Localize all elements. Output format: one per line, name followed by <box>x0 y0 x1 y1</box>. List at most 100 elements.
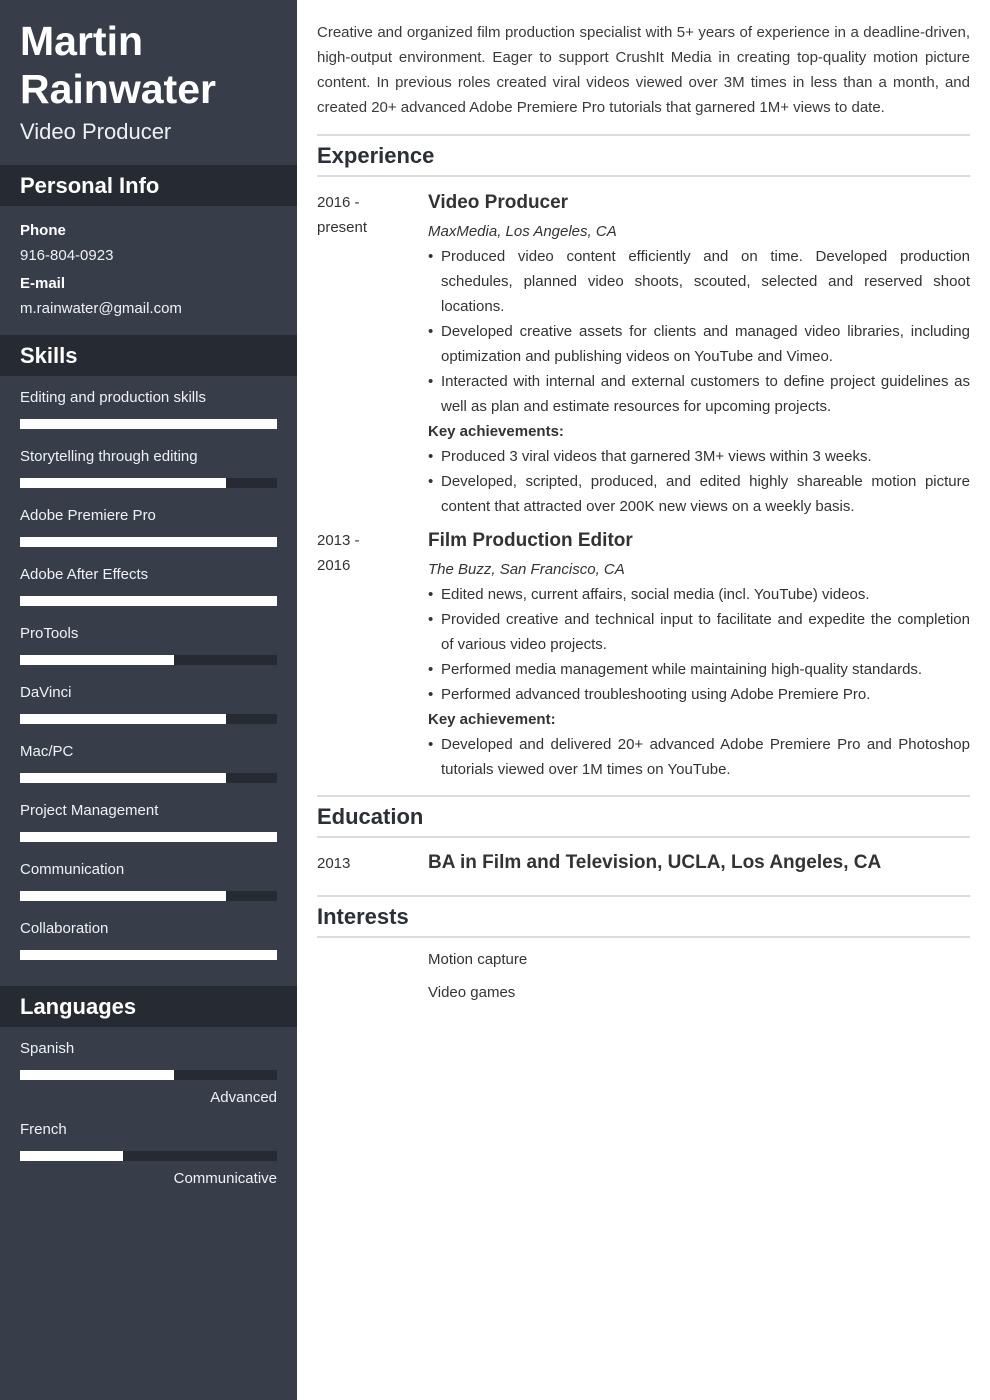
experience-list: 2016 - present Video Producer MaxMedia, Los… <box>317 190 970 782</box>
skill-level-fill <box>20 773 226 783</box>
language-level-bar <box>20 1151 277 1161</box>
job-details: Film Production Editor The Buzz, San Fran… <box>428 528 970 782</box>
skill-item: Editing and production skills <box>20 388 277 447</box>
skill-item: Adobe Premiere Pro <box>20 506 277 565</box>
candidate-name: Martin Rainwater <box>0 0 297 113</box>
skill-name: Communication <box>20 861 125 878</box>
skill-level-bar <box>20 655 277 665</box>
responsibility-item: Provided creative and technical input to… <box>428 607 970 657</box>
skill-level-fill <box>20 891 226 901</box>
skill-level-bar <box>20 478 277 488</box>
job-entry: 2013 - 2016 Film Production Editor The Buzz… <box>317 528 970 782</box>
skill-name: Editing and production skills <box>20 389 206 406</box>
language-level-fill <box>20 1070 175 1080</box>
skill-level-fill <box>20 714 226 724</box>
job-company: MaxMedia, Los Angeles, CA <box>428 223 617 240</box>
job-title: Video Producer <box>428 192 569 213</box>
job-company: The Buzz, San Francisco, CA <box>428 561 625 578</box>
phone-label: Phone <box>20 222 66 239</box>
languages-list: Spanish Advanced French Communicative <box>0 1027 297 1201</box>
language-name: French <box>20 1121 67 1138</box>
responsibility-item: Performed advanced troubleshooting using… <box>428 682 970 707</box>
job-date-end: present <box>317 219 368 236</box>
job-responsibilities: Produced video content efficiently and o… <box>428 244 970 419</box>
skill-name: Adobe After Effects <box>20 566 149 583</box>
education-entry: 2013 BA in Film and Television, UCLA, Los… <box>317 850 970 876</box>
interests-list: Motion capture Video games <box>317 950 970 1003</box>
achievements-label: Key achievement: <box>428 711 556 728</box>
achievements-label: Key achievements: <box>428 423 564 440</box>
experience-heading: Experience <box>317 143 435 168</box>
skill-name: Project Management <box>20 802 159 819</box>
interest-item: Video games <box>428 984 516 1001</box>
responsibility-item: Interacted with internal and external cu… <box>428 369 970 419</box>
skills-heading: Skills <box>0 335 297 376</box>
language-name: Spanish <box>20 1040 75 1057</box>
skill-name: Collaboration <box>20 920 109 937</box>
job-dates: 2013 - 2016 <box>317 528 428 782</box>
skill-level-fill <box>20 478 226 488</box>
responsibility-item: Performed media management while maintai… <box>428 657 970 682</box>
job-title: Film Production Editor <box>428 530 633 551</box>
divider <box>317 175 970 177</box>
responsibility-item: Edited news, current affairs, social med… <box>428 582 970 607</box>
job-date-end: 2016 <box>317 557 351 574</box>
achievement-item: Developed and delivered 20+ advanced Ado… <box>428 732 970 782</box>
language-level-label: Advanced <box>210 1089 277 1106</box>
main-content: Creative and organized film production s… <box>317 0 970 1016</box>
divider <box>317 836 970 838</box>
education-list: 2013 BA in Film and Television, UCLA, Los… <box>317 850 970 876</box>
skill-name: ProTools <box>20 625 79 642</box>
skill-level-fill <box>20 950 277 960</box>
job-achievements: Developed and delivered 20+ advanced Ado… <box>428 732 970 782</box>
skills-list: Editing and production skills Storytellin… <box>0 376 297 990</box>
phone-value: 916-804-0923 <box>20 247 114 264</box>
skill-item: Mac/PC <box>20 742 277 801</box>
job-date-start: 2013 - <box>317 532 360 549</box>
job-achievements: Produced 3 viral videos that garnered 3M… <box>428 444 970 519</box>
skill-name: Mac/PC <box>20 743 74 760</box>
skill-level-bar <box>20 714 277 724</box>
language-item: French Communicative <box>20 1120 277 1201</box>
first-name: Martin <box>20 18 143 64</box>
language-item: Spanish Advanced <box>20 1039 277 1120</box>
sidebar: Martin Rainwater Video Producer Personal… <box>0 0 297 1400</box>
skill-level-bar <box>20 891 277 901</box>
skill-level-bar <box>20 950 277 960</box>
achievement-item: Produced 3 viral videos that garnered 3M… <box>428 444 970 469</box>
responsibility-item: Developed creative assets for clients an… <box>428 319 970 369</box>
language-level-fill <box>20 1151 123 1161</box>
job-entry: 2016 - present Video Producer MaxMedia, Los… <box>317 190 970 519</box>
responsibility-item: Produced video content efficiently and o… <box>428 244 970 319</box>
skill-item: Adobe After Effects <box>20 565 277 624</box>
achievement-item: Developed, scripted, produced, and edite… <box>428 469 970 519</box>
interest-item: Motion capture <box>428 951 528 968</box>
job-responsibilities: Edited news, current affairs, social med… <box>428 582 970 707</box>
summary: Creative and organized film production s… <box>317 24 970 116</box>
skill-item: Communication <box>20 860 277 919</box>
skill-name: DaVinci <box>20 684 72 701</box>
skill-level-bar <box>20 773 277 783</box>
interests-heading: Interests <box>317 904 409 929</box>
skill-item: Storytelling through editing <box>20 447 277 506</box>
skill-item: ProTools <box>20 624 277 683</box>
personal-info-heading: Personal Info <box>0 165 297 206</box>
education-year: 2013 <box>317 854 351 872</box>
skill-level-fill <box>20 537 277 547</box>
job-details: Video Producer MaxMedia, Los Angeles, CA P… <box>428 190 970 519</box>
email-value: m.rainwater@gmail.com <box>20 300 182 317</box>
skill-level-fill <box>20 832 277 842</box>
skill-level-fill <box>20 596 277 606</box>
skill-level-bar <box>20 832 277 842</box>
skill-item: Collaboration <box>20 919 277 978</box>
last-name: Rainwater <box>20 66 216 112</box>
job-date-start: 2016 - <box>317 194 360 211</box>
skill-level-bar <box>20 419 277 429</box>
skill-level-fill <box>20 419 277 429</box>
languages-heading: Languages <box>0 986 297 1027</box>
email-label: E-mail <box>20 275 66 292</box>
skill-level-fill <box>20 655 175 665</box>
education-degree: BA in Film and Television, UCLA, Los Ang… <box>428 852 882 873</box>
skill-level-bar <box>20 537 277 547</box>
skill-name: Storytelling through editing <box>20 448 198 465</box>
